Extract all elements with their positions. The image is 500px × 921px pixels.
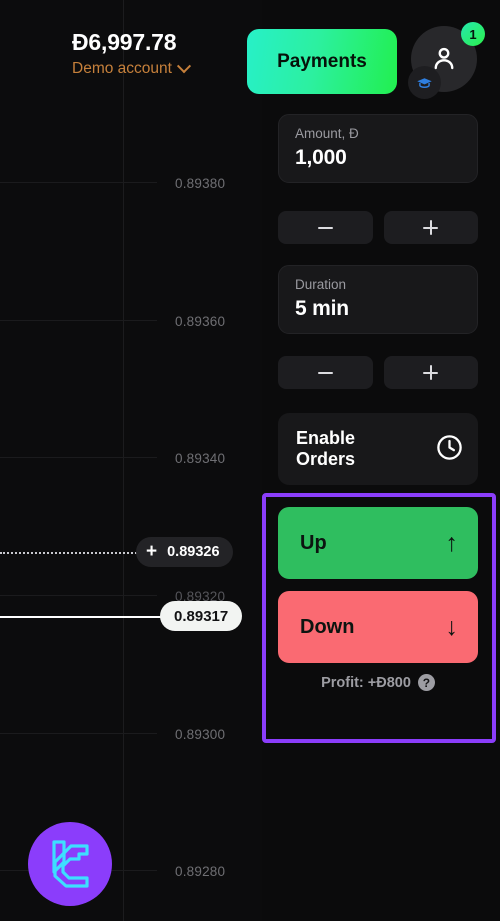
current-price-badge: 0.89317 <box>160 601 243 631</box>
account-type-label: Demo account <box>72 60 172 78</box>
graduation-cap-icon[interactable] <box>408 66 441 99</box>
price-axis-label: 0.89280 <box>175 864 226 879</box>
order-price-dotted-line <box>0 552 140 554</box>
chart-gridline-2 <box>0 457 157 458</box>
clock-icon <box>435 433 464 465</box>
balance-block[interactable]: Đ6,997.78 Demo account <box>72 29 192 78</box>
arrow-up-icon: ↑ <box>445 528 459 557</box>
payments-button[interactable]: Payments <box>247 29 397 94</box>
plus-icon <box>423 220 439 235</box>
notification-badge[interactable]: 1 <box>461 22 485 46</box>
chart-vertical-gridline <box>123 0 124 921</box>
duration-stepper <box>278 356 478 389</box>
help-icon-label: ? <box>422 675 431 690</box>
enable-orders-label: Enable Orders <box>296 427 356 469</box>
profit-text: Profit: +Đ800 <box>321 674 411 691</box>
minus-icon <box>317 226 333 229</box>
payments-button-label: Payments <box>277 50 367 72</box>
price-axis-label: 0.89300 <box>175 727 226 742</box>
price-axis-label: 0.89360 <box>175 314 226 329</box>
chart-gridline-1 <box>0 320 157 321</box>
amount-decrease-button[interactable] <box>278 211 373 244</box>
help-icon[interactable]: ? <box>417 674 435 691</box>
amount-increase-button[interactable] <box>383 211 478 244</box>
amount-label: Amount, Đ <box>295 126 359 141</box>
chevron-down-icon <box>176 59 192 74</box>
price-axis-label: 0.89380 <box>175 176 226 191</box>
balance-amount: Đ6,997.78 <box>72 29 177 55</box>
current-price-value: 0.89317 <box>174 607 229 625</box>
chart-gridline-4 <box>0 733 157 734</box>
current-price-line <box>0 616 180 618</box>
plus-icon <box>423 365 439 380</box>
brand-logo-icon[interactable] <box>28 822 112 906</box>
amount-stepper <box>278 211 478 244</box>
chart-gridline-3 <box>0 595 157 596</box>
order-price-badge[interactable]: + 0.89326 <box>136 537 233 567</box>
up-button-label: Up <box>300 531 327 554</box>
duration-label: Duration <box>295 277 347 292</box>
profile-area[interactable]: 1 <box>408 22 485 99</box>
arrow-down-icon: ↓ <box>445 612 459 641</box>
amount-value: 1,000 <box>295 146 347 170</box>
chart-gridline-0 <box>0 182 157 183</box>
trade-panel: Amount, Đ 1,000 Duration 5 min Enable Or… <box>262 108 500 921</box>
up-button[interactable]: Up ↑ <box>278 507 478 579</box>
enable-orders-button[interactable]: Enable Orders <box>278 413 478 485</box>
duration-increase-button[interactable] <box>383 356 478 389</box>
profit-row: Profit: +Đ800 ? <box>278 674 478 691</box>
account-selector[interactable]: Demo account <box>72 59 192 78</box>
price-chart[interactable]: 0.89380 0.89360 0.89340 0.89320 0.89300 0.892… <box>0 0 262 921</box>
app-header: Đ6,997.78 Demo account Payments 1 <box>0 0 500 108</box>
down-button-label: Down <box>300 615 355 638</box>
down-button[interactable]: Down ↓ <box>278 591 478 663</box>
duration-decrease-button[interactable] <box>278 356 373 389</box>
notification-count: 1 <box>469 26 477 42</box>
order-price-value: 0.89326 <box>167 544 220 560</box>
duration-value: 5 min <box>295 297 349 321</box>
duration-field[interactable]: Duration 5 min <box>278 265 478 335</box>
trade-controls: Up ↑ Down ↓ Profit: +Đ800 ? <box>278 507 478 691</box>
plus-icon: + <box>146 540 158 562</box>
minus-icon <box>317 371 333 374</box>
trading-app-screen: 0.89380 0.89360 0.89340 0.89320 0.89300 0.892… <box>0 0 500 921</box>
amount-field[interactable]: Amount, Đ 1,000 <box>278 114 478 184</box>
price-axis-label: 0.89340 <box>175 451 226 466</box>
